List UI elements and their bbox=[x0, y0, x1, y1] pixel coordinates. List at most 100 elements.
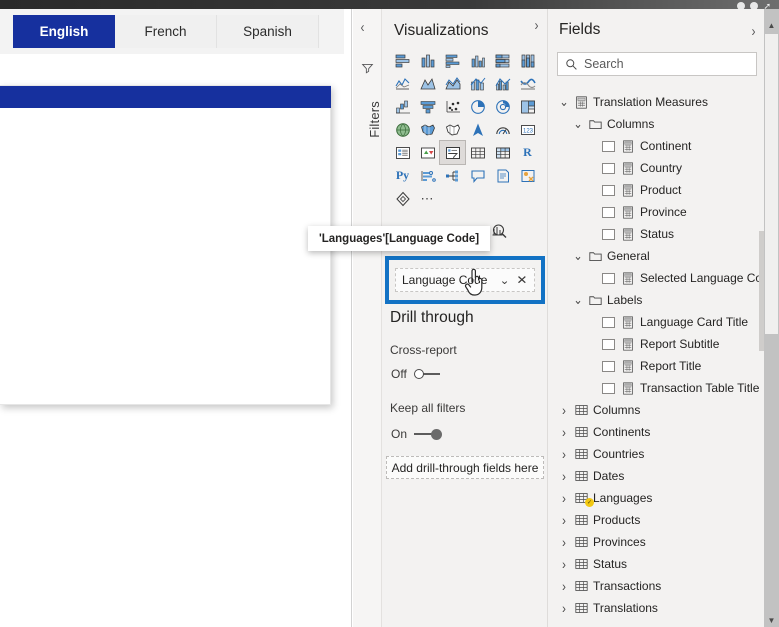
r-script-visual-icon[interactable]: R bbox=[515, 141, 540, 164]
chevron-right-icon[interactable] bbox=[557, 468, 571, 484]
donut-chart-icon[interactable] bbox=[490, 95, 515, 118]
power-apps-icon[interactable] bbox=[515, 164, 540, 187]
chevron-down-icon[interactable] bbox=[571, 116, 585, 132]
gauge-icon[interactable] bbox=[490, 118, 515, 141]
field-checkbox[interactable] bbox=[602, 338, 615, 350]
funnel-chart-icon[interactable] bbox=[415, 95, 440, 118]
pie-chart-icon[interactable] bbox=[465, 95, 490, 118]
search-input[interactable]: Search bbox=[557, 52, 757, 76]
chevron-right-icon[interactable] bbox=[557, 534, 571, 550]
chevron-right-icon[interactable] bbox=[557, 578, 571, 594]
scroll-up-arrow-icon[interactable]: ▲ bbox=[764, 18, 779, 32]
field-tree-item[interactable]: Status bbox=[548, 553, 764, 575]
line-and-stacked-column-chart-icon[interactable] bbox=[465, 72, 490, 95]
key-influencers-icon[interactable] bbox=[415, 164, 440, 187]
filled-map-icon[interactable] bbox=[415, 118, 440, 141]
close-icon[interactable]: ✕ bbox=[512, 273, 535, 287]
field-tree-item[interactable]: Dates bbox=[548, 465, 764, 487]
field-tree-item[interactable]: Language Card Title bbox=[548, 311, 764, 333]
line-chart-icon[interactable] bbox=[390, 72, 415, 95]
field-tree-item[interactable]: Translations bbox=[548, 597, 764, 619]
field-tree-item[interactable]: Countries bbox=[548, 443, 764, 465]
field-tree-item[interactable]: Products bbox=[548, 509, 764, 531]
field-tree-item[interactable]: ✓Languages bbox=[548, 487, 764, 509]
field-checkbox[interactable] bbox=[602, 140, 615, 152]
field-tree-item[interactable]: Transaction Table Title bbox=[548, 377, 764, 399]
area-chart-icon[interactable] bbox=[415, 72, 440, 95]
field-tree-item[interactable]: Selected Language Code bbox=[548, 267, 764, 289]
chevron-right-icon[interactable]: › bbox=[752, 23, 756, 40]
stacked-area-chart-icon[interactable] bbox=[440, 72, 465, 95]
field-tree-item[interactable]: Labels bbox=[548, 289, 764, 311]
field-tree-item[interactable]: Province bbox=[548, 201, 764, 223]
funnel-icon[interactable] bbox=[361, 62, 374, 75]
field-tree-item[interactable]: Report Title bbox=[548, 355, 764, 377]
scatter-chart-icon[interactable] bbox=[440, 95, 465, 118]
kpi-icon[interactable] bbox=[415, 141, 440, 164]
slicer-icon[interactable] bbox=[439, 140, 466, 165]
chevron-right-icon[interactable] bbox=[557, 402, 571, 418]
python-visual-icon[interactable]: Py bbox=[390, 164, 415, 187]
clustered-bar-chart-icon[interactable] bbox=[440, 49, 465, 72]
toggle-switch-off[interactable] bbox=[412, 368, 444, 380]
scroll-thumb[interactable] bbox=[765, 34, 778, 334]
field-tree-item[interactable]: Transactions bbox=[548, 575, 764, 597]
field-tree-item[interactable]: Provinces bbox=[548, 531, 764, 553]
analytics-tab-icon[interactable] bbox=[488, 221, 512, 243]
chevron-right-icon[interactable] bbox=[557, 424, 571, 440]
line-and-clustered-column-chart-icon[interactable] bbox=[490, 72, 515, 95]
chevron-left-icon[interactable]: ‹ bbox=[361, 19, 365, 36]
chevron-down-icon[interactable] bbox=[571, 248, 585, 264]
field-tree-item[interactable]: Continent bbox=[548, 135, 764, 157]
chevron-right-icon[interactable]: › bbox=[535, 17, 539, 34]
shape-map-icon[interactable] bbox=[440, 118, 465, 141]
field-tree-item[interactable]: Product bbox=[548, 179, 764, 201]
azure-map-icon[interactable] bbox=[465, 118, 490, 141]
field-checkbox[interactable] bbox=[602, 184, 615, 196]
card-icon[interactable]: 123 bbox=[515, 118, 540, 141]
chevron-right-icon[interactable] bbox=[557, 512, 571, 528]
field-tree-item[interactable]: Country bbox=[548, 157, 764, 179]
chevron-down-icon[interactable] bbox=[557, 94, 571, 110]
language-button-english[interactable]: English bbox=[13, 15, 115, 48]
multi-row-card-icon[interactable] bbox=[390, 141, 415, 164]
field-well-drop-zone[interactable]: Language Code ⌄ ✕ bbox=[395, 268, 535, 292]
clustered-column-chart-icon[interactable] bbox=[465, 49, 490, 72]
cross-report-toggle[interactable]: Off bbox=[391, 367, 444, 381]
q-and-a-icon[interactable] bbox=[465, 164, 490, 187]
narrative-icon[interactable] bbox=[490, 164, 515, 187]
field-checkbox[interactable] bbox=[602, 228, 615, 240]
more-visuals-icon[interactable] bbox=[390, 187, 415, 210]
waterfall-chart-icon[interactable] bbox=[390, 95, 415, 118]
field-checkbox[interactable] bbox=[602, 162, 615, 174]
language-button-spanish[interactable]: Spanish bbox=[217, 15, 319, 48]
scroll-down-arrow-icon[interactable]: ▼ bbox=[764, 613, 779, 627]
window-scrollbar[interactable]: ▲ ▼ bbox=[764, 9, 779, 627]
chevron-down-icon[interactable] bbox=[571, 292, 585, 308]
field-tree-item[interactable]: Status bbox=[548, 223, 764, 245]
map-icon[interactable] bbox=[390, 118, 415, 141]
field-tree-item[interactable]: General bbox=[548, 245, 764, 267]
field-checkbox[interactable] bbox=[602, 206, 615, 218]
treemap-icon[interactable] bbox=[515, 95, 540, 118]
field-tree-item[interactable]: Columns bbox=[548, 113, 764, 135]
field-pill-language-code[interactable]: Language Code bbox=[396, 273, 496, 287]
drill-through-drop-zone[interactable]: Add drill-through fields here bbox=[386, 456, 544, 479]
stacked-bar-chart-icon[interactable] bbox=[390, 49, 415, 72]
field-checkbox[interactable] bbox=[602, 360, 615, 372]
field-checkbox[interactable] bbox=[602, 382, 615, 394]
hundred-percent-stacked-column-chart-icon[interactable] bbox=[515, 49, 540, 72]
stacked-column-chart-icon[interactable] bbox=[415, 49, 440, 72]
chevron-right-icon[interactable] bbox=[557, 490, 571, 506]
field-tree-item[interactable]: Report Subtitle bbox=[548, 333, 764, 355]
hundred-percent-stacked-bar-chart-icon[interactable] bbox=[490, 49, 515, 72]
keep-all-filters-toggle[interactable]: On bbox=[391, 427, 444, 441]
report-visual-card[interactable] bbox=[0, 85, 331, 405]
language-button-french[interactable]: French bbox=[115, 15, 217, 48]
field-checkbox[interactable] bbox=[602, 272, 615, 284]
toggle-switch-on[interactable] bbox=[412, 428, 444, 440]
table-icon[interactable] bbox=[465, 141, 490, 164]
field-tree-item[interactable]: Continents bbox=[548, 421, 764, 443]
decomposition-tree-icon[interactable] bbox=[440, 164, 465, 187]
ribbon-chart-icon[interactable] bbox=[515, 72, 540, 95]
